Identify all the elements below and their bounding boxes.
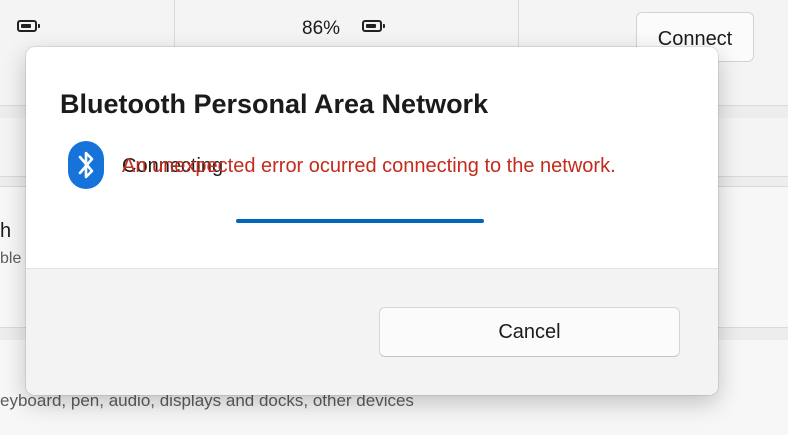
dialog-footer: Cancel	[26, 268, 718, 395]
bluetooth-pan-dialog: Bluetooth Personal Area Network Connecti…	[26, 47, 718, 395]
battery-icon	[362, 20, 385, 32]
settings-row-title: h	[0, 220, 12, 242]
error-message: An unexpected error ocurred connecting t…	[122, 155, 616, 177]
settings-row-subtitle: ble	[0, 250, 22, 267]
progress-bar	[236, 219, 484, 223]
battery-percent: 86%	[302, 18, 341, 39]
dialog-title: Bluetooth Personal Area Network	[60, 89, 489, 119]
battery-icon	[17, 20, 40, 32]
bluetooth-icon	[68, 141, 104, 189]
cancel-button[interactable]: Cancel	[379, 307, 680, 357]
